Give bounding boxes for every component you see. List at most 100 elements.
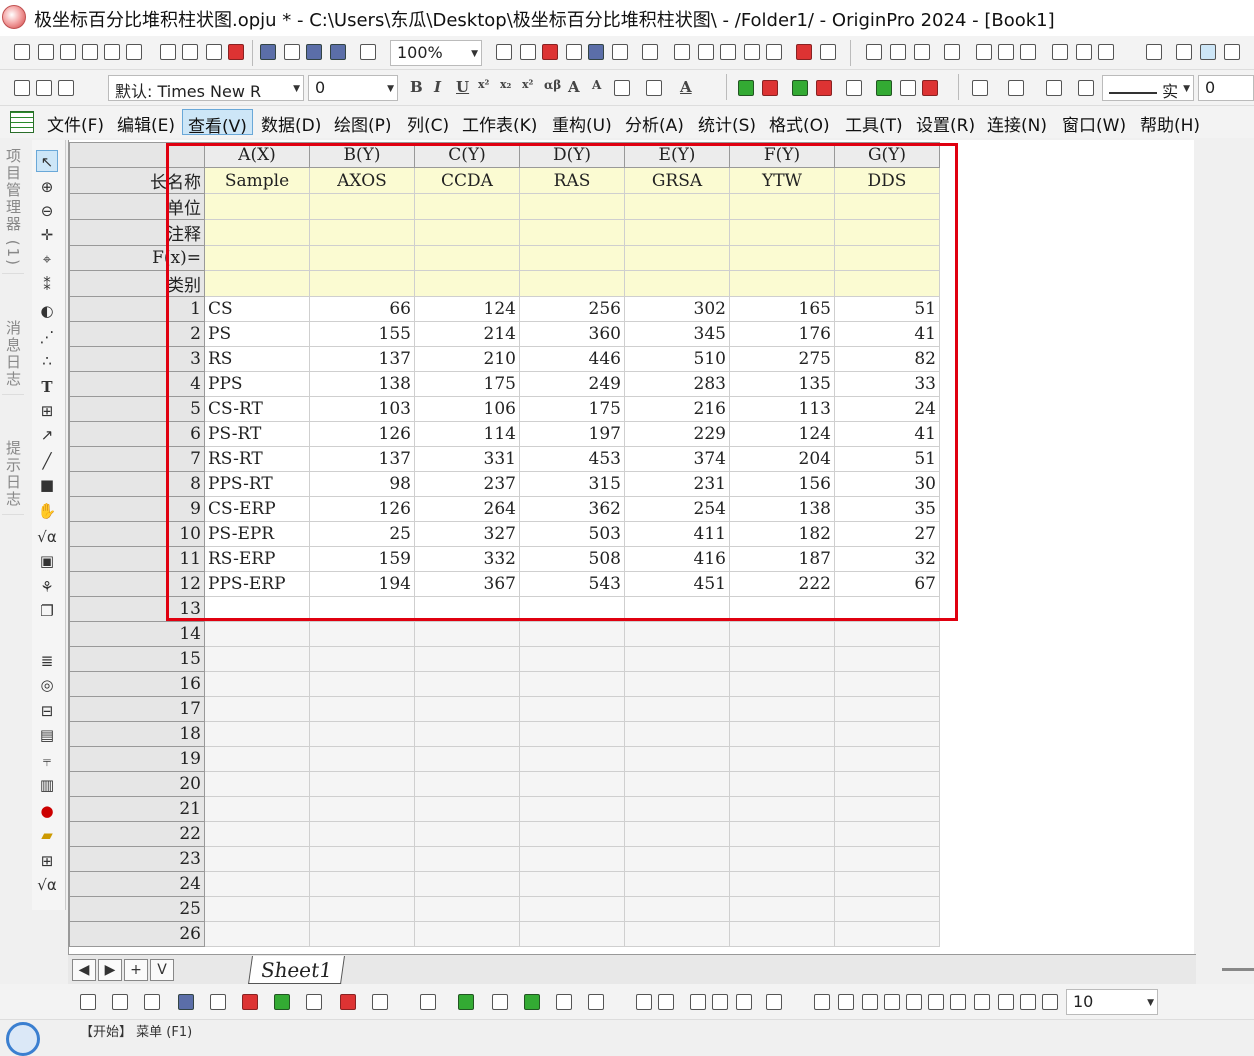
data-cell[interactable]: 138 [729, 496, 835, 522]
row-header[interactable]: 7 [69, 446, 205, 472]
duplicate-icon[interactable] [566, 44, 582, 60]
data-cell[interactable]: 138 [309, 371, 415, 397]
new-matrix-icon[interactable] [104, 44, 120, 60]
empty-cell[interactable] [624, 721, 730, 747]
print-icon[interactable] [496, 44, 512, 60]
size-combo[interactable]: 10 ▼ [1066, 989, 1158, 1015]
data-cell[interactable]: 67 [834, 571, 940, 597]
empty-cell[interactable] [204, 871, 310, 897]
fill-color-icon[interactable] [972, 80, 988, 96]
meta-row-label[interactable]: 长名称 [69, 167, 205, 194]
empty-cell[interactable] [519, 846, 625, 872]
empty-cell[interactable] [834, 821, 940, 847]
empty-cell[interactable] [414, 746, 520, 772]
data-cell[interactable]: 204 [729, 446, 835, 472]
empty-cell[interactable] [834, 846, 940, 872]
data-cell[interactable]: 411 [624, 521, 730, 547]
meta-cell[interactable] [204, 270, 310, 297]
script-window-icon[interactable] [744, 44, 760, 60]
new-sheet-icon[interactable] [228, 44, 244, 60]
empty-cell[interactable] [834, 771, 940, 797]
empty-cell[interactable] [624, 921, 730, 947]
empty-cell[interactable] [519, 921, 625, 947]
empty-cell[interactable] [414, 896, 520, 922]
zoom-combo[interactable]: 100% ▼ [390, 40, 482, 66]
save-template-icon[interactable] [330, 44, 346, 60]
empty-cell[interactable] [414, 771, 520, 797]
row-header[interactable]: 14 [69, 621, 205, 647]
empty-cell[interactable] [309, 746, 415, 772]
empty-cell[interactable] [834, 721, 940, 747]
meta-cell[interactable] [204, 219, 310, 246]
row-header[interactable]: 12 [69, 571, 205, 597]
data-cell[interactable]: 360 [519, 321, 625, 347]
menu-tools[interactable]: 工具(T) [840, 109, 908, 136]
empty-cell[interactable] [624, 671, 730, 697]
empty-cell[interactable] [519, 621, 625, 647]
row-header[interactable]: 3 [69, 346, 205, 372]
insert-graph-icon[interactable]: ▣ [36, 550, 58, 572]
empty-cell[interactable] [624, 846, 730, 872]
data-cell[interactable]: 214 [414, 321, 520, 347]
meta-row-label[interactable]: 单位 [69, 193, 205, 220]
data-cell[interactable]: 24 [834, 396, 940, 422]
row-header[interactable]: 6 [69, 421, 205, 447]
empty-cell[interactable] [309, 621, 415, 647]
data-cell[interactable]: 155 [309, 321, 415, 347]
data-cell[interactable]: 137 [309, 446, 415, 472]
meta-cell[interactable] [519, 193, 625, 220]
heatmap-icon[interactable] [524, 994, 540, 1010]
data-cell[interactable]: 156 [729, 471, 835, 497]
empty-cell[interactable] [729, 671, 835, 697]
circle-icon[interactable]: ◎ [36, 674, 58, 696]
row-header[interactable]: 25 [69, 896, 205, 922]
meta-cell[interactable] [204, 245, 310, 271]
row-header[interactable]: 10 [69, 521, 205, 547]
empty-cell[interactable] [624, 746, 730, 772]
meta-cell[interactable] [624, 270, 730, 297]
empty-cell[interactable] [414, 796, 520, 822]
empty-cell[interactable] [519, 671, 625, 697]
corner-cell[interactable] [69, 142, 205, 168]
data-cell[interactable]: 275 [729, 346, 835, 372]
meta-cell[interactable] [519, 219, 625, 246]
data-cell[interactable]: 222 [729, 571, 835, 597]
data-cell[interactable]: 231 [624, 471, 730, 497]
data-cell[interactable]: 315 [519, 471, 625, 497]
data-cell[interactable]: CS-RT [204, 396, 310, 422]
meta-cell[interactable] [624, 245, 730, 271]
stack-icon[interactable]: ⊟ [36, 700, 58, 722]
meta-cell[interactable] [834, 193, 940, 220]
new-project-icon[interactable] [14, 44, 30, 60]
layer-contents-icon[interactable] [736, 994, 752, 1010]
data-cell[interactable]: 126 [309, 421, 415, 447]
greek-icon[interactable]: αβ [544, 78, 561, 92]
sheet-list-button[interactable]: V [150, 959, 174, 981]
font-combo[interactable]: 默认: Times New R ▼ [108, 75, 304, 101]
meta-cell[interactable] [729, 219, 835, 246]
folder-icon[interactable]: ▰ [36, 824, 58, 846]
close-x-icon[interactable] [1176, 44, 1192, 60]
supsub-icon[interactable]: x² [522, 78, 533, 91]
empty-cell[interactable] [729, 696, 835, 722]
empty-cell[interactable] [414, 646, 520, 672]
row-header[interactable]: 24 [69, 871, 205, 897]
data-cell[interactable]: 124 [414, 296, 520, 322]
row-header[interactable]: 13 [69, 596, 205, 622]
data-cell[interactable]: 374 [624, 446, 730, 472]
find-icon[interactable] [674, 44, 690, 60]
empty-cell[interactable] [204, 671, 310, 697]
data-cell[interactable]: 27 [834, 521, 940, 547]
project-explorer-tab[interactable]: 项目管理器 (1) [2, 148, 24, 275]
meta-cell[interactable] [309, 270, 415, 297]
row-header[interactable]: 5 [69, 396, 205, 422]
formula-icon[interactable]: √α [36, 874, 58, 896]
meta-cell[interactable]: DDS [834, 167, 940, 194]
empty-cell[interactable] [624, 621, 730, 647]
data-cell[interactable]: 41 [834, 421, 940, 447]
empty-cell[interactable] [204, 921, 310, 947]
meta-cell[interactable]: GRSA [624, 167, 730, 194]
data-cell[interactable]: 210 [414, 346, 520, 372]
sort-icon[interactable] [914, 44, 930, 60]
merge-graph-icon[interactable] [690, 994, 706, 1010]
